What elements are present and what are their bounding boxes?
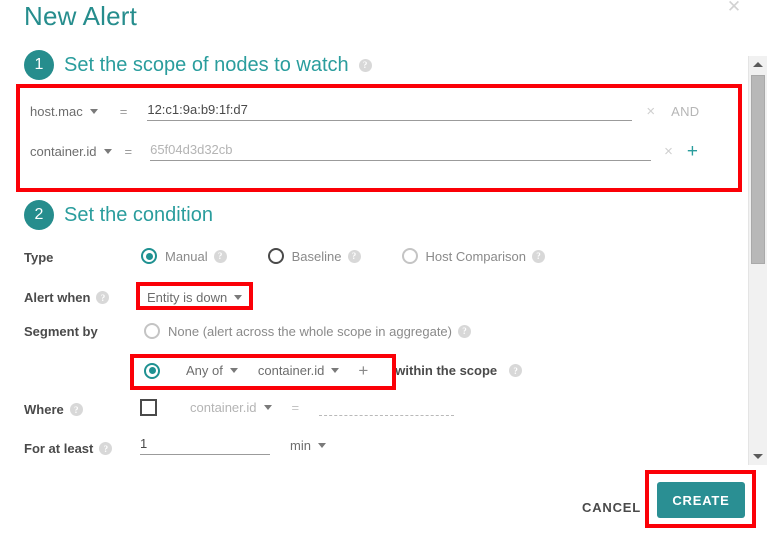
scope-clear-icon-2[interactable]: ×	[664, 143, 673, 160]
where-operator: =	[291, 399, 300, 415]
step-1-header: 1 Set the scope of nodes to watch ?	[24, 50, 372, 80]
type-label-text: Type	[24, 250, 54, 265]
where-enable-checkbox[interactable]	[140, 398, 157, 416]
scope-add-icon[interactable]: +	[687, 142, 698, 161]
for-at-least-help-icon[interactable]: ?	[99, 442, 113, 455]
type-radio-group: Manual ? Baseline ? Host Comparison ?	[141, 248, 545, 264]
alert-when-value: Entity is down	[147, 289, 228, 305]
scope-row: container.id = × +	[30, 138, 730, 164]
for-at-least-label: For at least ?	[24, 441, 113, 456]
chevron-down-icon	[234, 294, 243, 300]
scroll-down-arrow-icon[interactable]	[749, 448, 767, 465]
close-icon[interactable]: ✕	[723, 0, 745, 18]
scope-value-input-2[interactable]	[150, 141, 652, 161]
page-title: New Alert	[24, 1, 138, 31]
alert-when-label-text: Alert when	[24, 290, 91, 305]
type-label: Type	[24, 250, 53, 265]
scope-value-input-1[interactable]	[147, 101, 633, 121]
segment-add-icon[interactable]: +	[358, 362, 368, 379]
scope-field-dropdown-1[interactable]: host.mac	[30, 104, 98, 119]
for-at-least-input[interactable]	[140, 436, 270, 455]
where-field-dropdown[interactable]: container.id	[190, 400, 272, 415]
chevron-down-icon	[89, 108, 98, 114]
radio-segment-none-help-icon[interactable]: ?	[458, 324, 471, 338]
step-1-help-icon[interactable]: ?	[358, 58, 372, 72]
alert-when-help-icon[interactable]: ?	[96, 291, 110, 304]
radio-baseline-help-icon[interactable]: ?	[347, 249, 361, 263]
where-label-text: Where	[24, 402, 64, 417]
for-at-least-unit-dropdown[interactable]: min	[290, 438, 326, 453]
radio-host-comparison[interactable]	[401, 248, 418, 264]
scope-field-label-1: host.mac	[30, 103, 83, 119]
scope-conjunction-1: AND	[671, 103, 700, 119]
segment-quantifier-dropdown[interactable]: Any of	[186, 363, 238, 378]
segment-by-label: Segment by	[24, 324, 98, 339]
where-help-icon[interactable]: ?	[69, 403, 83, 416]
alert-when-row: Entity is down	[147, 284, 243, 310]
for-at-least-unit-label: min	[290, 438, 311, 453]
radio-segment-none-label: None (alert across the whole scope in ag…	[168, 323, 452, 339]
scope-field-dropdown-2[interactable]: container.id	[30, 144, 112, 159]
for-at-least-row: min	[140, 436, 326, 455]
segment-field-dropdown[interactable]: container.id	[258, 363, 340, 378]
scope-row: host.mac = × AND	[30, 98, 730, 124]
step-1-title: Set the scope of nodes to watch	[64, 53, 349, 76]
segment-by-none-row: None (alert across the whole scope in ag…	[144, 323, 471, 339]
chevron-down-icon	[317, 443, 326, 448]
where-label: Where ?	[24, 402, 83, 417]
where-value-input[interactable]	[319, 398, 455, 416]
radio-baseline-label: Baseline	[291, 248, 342, 264]
segment-by-label-text: Segment by	[24, 324, 98, 339]
radio-segment-none[interactable]	[144, 323, 160, 339]
new-alert-dialog: ✕ New Alert 1 Set the scope of nodes to …	[0, 0, 767, 545]
for-at-least-label-text: For at least	[24, 441, 94, 456]
scroll-up-arrow-icon[interactable]	[749, 56, 767, 73]
scope-operator-1: =	[119, 103, 128, 119]
step-2-header: 2 Set the condition	[24, 200, 213, 230]
create-button[interactable]: CREATE	[657, 482, 745, 518]
radio-host-comparison-help-icon[interactable]: ?	[531, 249, 545, 263]
step-2-badge: 2	[24, 200, 54, 230]
radio-segment-any[interactable]	[144, 362, 160, 379]
segment-field-label: container.id	[257, 363, 325, 378]
radio-host-comparison-label: Host Comparison	[425, 248, 526, 264]
dialog-footer: CANCEL CREATE	[0, 465, 767, 545]
chevron-down-icon	[331, 368, 340, 373]
segment-quantifier-label: Any of	[186, 363, 223, 378]
scrollbar-thumb[interactable]	[751, 75, 765, 264]
segment-help-icon[interactable]: ?	[509, 364, 523, 377]
radio-baseline[interactable]	[267, 248, 284, 264]
radio-manual[interactable]	[141, 248, 157, 264]
step-1-badge: 1	[24, 50, 54, 80]
step-2-title: Set the condition	[64, 203, 213, 226]
dialog-scroll-area: 1 Set the scope of nodes to watch ? host…	[0, 46, 767, 466]
chevron-down-icon	[263, 404, 272, 410]
scope-operator-2: =	[124, 143, 133, 159]
cancel-button[interactable]: CANCEL	[578, 494, 645, 521]
radio-manual-label: Manual	[165, 248, 208, 264]
where-row: container.id =	[140, 398, 455, 416]
alert-when-label: Alert when ?	[24, 290, 110, 305]
segment-by-any-row: Any of container.id + within the scope ?	[144, 362, 523, 379]
where-field-label: container.id	[190, 399, 257, 415]
segment-suffix-label: within the scope	[395, 363, 498, 378]
scope-field-label-2: container.id	[30, 143, 97, 159]
radio-manual-help-icon[interactable]: ?	[213, 249, 227, 263]
chevron-down-icon	[103, 148, 112, 154]
chevron-down-icon	[229, 368, 238, 373]
scope-clear-icon-1[interactable]: ×	[646, 103, 655, 120]
alert-when-dropdown[interactable]: Entity is down	[147, 289, 243, 305]
vertical-scrollbar[interactable]	[748, 56, 767, 465]
